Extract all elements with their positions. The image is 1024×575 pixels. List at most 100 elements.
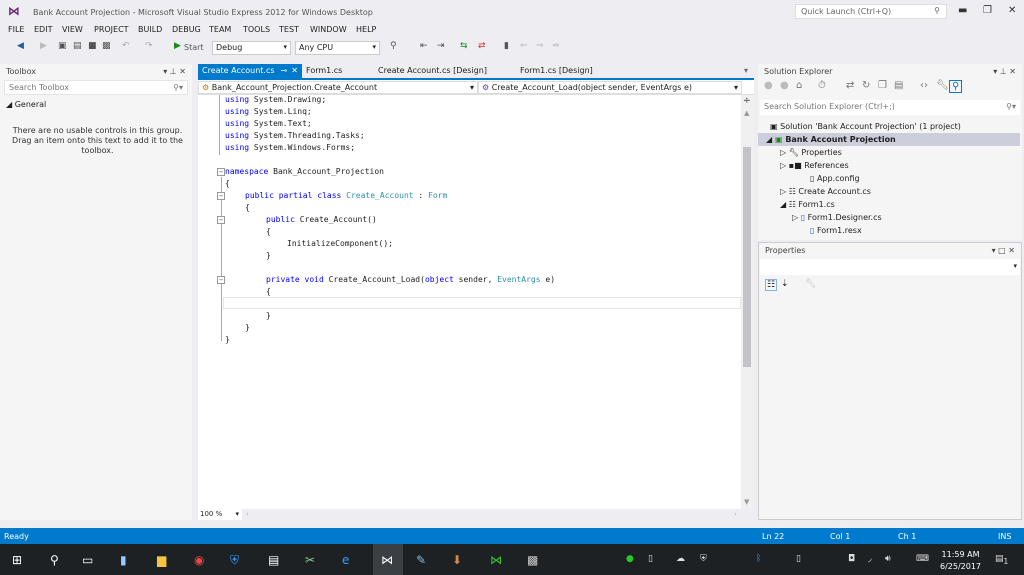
pending-changes-icon[interactable]: ⏱ xyxy=(818,80,826,91)
forward-icon[interactable]: ▶ xyxy=(40,41,47,51)
bluetooth-icon[interactable]: ᛒ xyxy=(756,554,761,564)
back-icon[interactable]: ◀ xyxy=(17,41,24,51)
tray-status-icon[interactable]: ● xyxy=(626,554,634,564)
menu-window[interactable]: WINDOW xyxy=(310,25,347,34)
tree-item-create-account[interactable]: ▷ ☷ Create Account.cs xyxy=(758,185,1020,198)
tab-form1-cs[interactable]: Form1.cs xyxy=(302,64,346,78)
forward-icon[interactable]: ● xyxy=(780,80,789,91)
alphabetical-icon[interactable]: ⇣ xyxy=(781,279,789,289)
defender-icon[interactable]: ⛨ xyxy=(230,553,239,568)
menu-build[interactable]: BUILD xyxy=(138,25,162,34)
collapse-icon[interactable]: − xyxy=(217,276,225,284)
action-icon[interactable]: ◘ xyxy=(848,554,855,564)
back-icon[interactable]: ● xyxy=(764,80,773,91)
menu-help[interactable]: HELP xyxy=(356,25,376,34)
restore-button[interactable]: ❐ xyxy=(983,5,992,16)
menu-project[interactable]: PROJECT xyxy=(94,25,129,34)
close-tab-icon[interactable]: ✕ xyxy=(291,66,298,75)
tree-item-form1-resx[interactable]: ▯ Form1.resx xyxy=(758,224,1020,237)
platform-select[interactable]: Any CPU ▾ xyxy=(295,41,380,55)
menu-debug[interactable]: DEBUG xyxy=(172,25,201,34)
undo-icon[interactable]: ↶ xyxy=(122,41,130,51)
categorized-icon[interactable]: ☷ xyxy=(765,279,778,291)
menu-edit[interactable]: EDIT xyxy=(34,25,52,34)
object-selector[interactable]: ▾ xyxy=(760,259,1020,275)
find-icon[interactable]: ⚲ xyxy=(390,41,397,51)
start-icon[interactable]: ▶ xyxy=(174,41,181,51)
tools-icon[interactable]: ✂ xyxy=(305,553,315,567)
edge-icon[interactable]: e xyxy=(342,553,349,567)
save-icon[interactable]: ■ xyxy=(88,41,97,51)
vs-express-icon[interactable]: ⋈ xyxy=(490,553,502,567)
toolbox-search-input[interactable]: Search Toolbox ⚲▾ xyxy=(4,80,188,95)
pin-icon[interactable]: ⊸ xyxy=(281,66,288,75)
configuration-select[interactable]: Debug ▾ xyxy=(212,41,291,55)
show-all-files-icon[interactable]: ▤ xyxy=(894,80,903,91)
file-explorer-icon[interactable]: ▆ xyxy=(157,553,166,567)
quick-launch-input[interactable]: Quick Launch (Ctrl+Q) ⚲ xyxy=(795,4,947,19)
scroll-left-icon[interactable]: ‹ xyxy=(246,510,249,518)
scroll-right-icon[interactable]: › xyxy=(734,510,737,518)
movie-maker-icon[interactable]: ▤ xyxy=(268,553,279,567)
collapse-icon[interactable]: − xyxy=(217,216,225,224)
tree-item-references[interactable]: ▷ ▪■ References xyxy=(758,159,1020,172)
battery-icon[interactable]: ▯ xyxy=(796,554,801,564)
wifi-icon[interactable]: ◞ xyxy=(868,554,872,564)
scrollbar-thumb[interactable] xyxy=(743,147,751,367)
tab-form1-design[interactable]: Form1.cs [Design] xyxy=(516,64,597,78)
property-pages-icon[interactable]: 🔧︎ xyxy=(805,279,816,289)
sync-icon[interactable]: ⇄ xyxy=(846,80,854,91)
notifications-icon[interactable]: ▤1 xyxy=(995,554,1008,566)
home-icon[interactable]: ⌂ xyxy=(796,80,802,91)
menu-team[interactable]: TEAM xyxy=(209,25,231,34)
open-file-icon[interactable]: ▤ xyxy=(73,41,82,51)
app-icon[interactable]: ✎ xyxy=(416,553,426,567)
keyboard-icon[interactable]: ⌨ xyxy=(916,554,929,564)
onedrive-icon[interactable]: ☁ xyxy=(676,554,685,564)
comment-icon[interactable]: ⇆ xyxy=(460,41,468,51)
toolbox-group-general[interactable]: ◢ General xyxy=(6,100,46,109)
indent-icon[interactable]: ⇥ xyxy=(437,41,445,51)
outdent-icon[interactable]: ⇤ xyxy=(420,41,428,51)
volume-icon[interactable]: 🔊︎ xyxy=(885,554,891,564)
member-dropdown[interactable]: ⚙ Create_Account_Load(object sender, Eve… xyxy=(478,81,742,94)
zoom-select[interactable]: 100 % ▾ xyxy=(198,509,242,520)
defender-tray-icon[interactable]: ⛨ xyxy=(700,554,707,564)
tree-item-project[interactable]: ◢ ▣ Bank Account Projection xyxy=(758,133,1020,146)
chrome-icon[interactable]: ◉ xyxy=(194,553,204,567)
collapse-icon[interactable]: − xyxy=(217,168,225,176)
uncomment-icon[interactable]: ⇄ xyxy=(478,41,486,51)
clock[interactable]: 11:59 AM 6/25/2017 xyxy=(940,549,981,573)
close-button[interactable]: ✕ xyxy=(1008,5,1016,16)
type-dropdown[interactable]: ⚙ Bank_Account_Projection.Create_Account… xyxy=(198,81,478,94)
split-icon[interactable]: ÷ xyxy=(743,96,751,106)
new-project-icon[interactable]: ▣ xyxy=(58,41,67,51)
collapse-icon[interactable]: − xyxy=(217,192,225,200)
app-icon[interactable]: ▮ xyxy=(120,553,127,567)
scroll-down-icon[interactable]: ▼ xyxy=(744,498,749,506)
start-button[interactable]: Start xyxy=(184,43,204,52)
menu-view[interactable]: VIEW xyxy=(62,25,83,34)
clear-bookmarks-icon[interactable]: ⇏ xyxy=(552,41,560,51)
downloader-icon[interactable]: ⬇ xyxy=(452,553,462,567)
panel-controls-icon[interactable]: ▾ ⊥ ✕ xyxy=(163,67,186,76)
collapse-all-icon[interactable]: ❐ xyxy=(878,80,887,91)
save-all-icon[interactable]: ▩ xyxy=(102,41,111,51)
tab-create-account-cs[interactable]: Create Account.cs ⊸ ✕ xyxy=(198,64,302,78)
search-icon[interactable]: ⚲ xyxy=(50,553,59,567)
code-area[interactable]: using System.Drawing; using System.Linq;… xyxy=(198,95,741,509)
tree-item-form1-designer[interactable]: ▷ ▯ Form1.Designer.cs xyxy=(758,211,1020,224)
panel-controls-icon[interactable]: ▾ ⊥ ✕ xyxy=(993,67,1016,76)
minimize-button[interactable]: ▬ xyxy=(958,5,967,16)
tray-icon[interactable]: ▯ xyxy=(648,554,653,564)
vertical-scrollbar[interactable]: ÷ ▲ ▼ xyxy=(741,95,754,509)
prev-bookmark-icon[interactable]: ⇐ xyxy=(520,41,528,51)
properties-icon[interactable]: 🔧︎ xyxy=(936,80,949,91)
bookmark-icon[interactable]: ▮ xyxy=(504,41,509,51)
view-code-icon[interactable]: ‹› xyxy=(920,80,928,91)
tree-item-app-config[interactable]: ▯ App.config xyxy=(758,172,1020,185)
menu-file[interactable]: FILE xyxy=(8,25,24,34)
app-icon[interactable]: ▩ xyxy=(527,553,538,567)
menu-test[interactable]: TEST xyxy=(279,25,299,34)
tree-item-solution[interactable]: ▣ Solution 'Bank Account Projection' (1 … xyxy=(758,120,1020,133)
